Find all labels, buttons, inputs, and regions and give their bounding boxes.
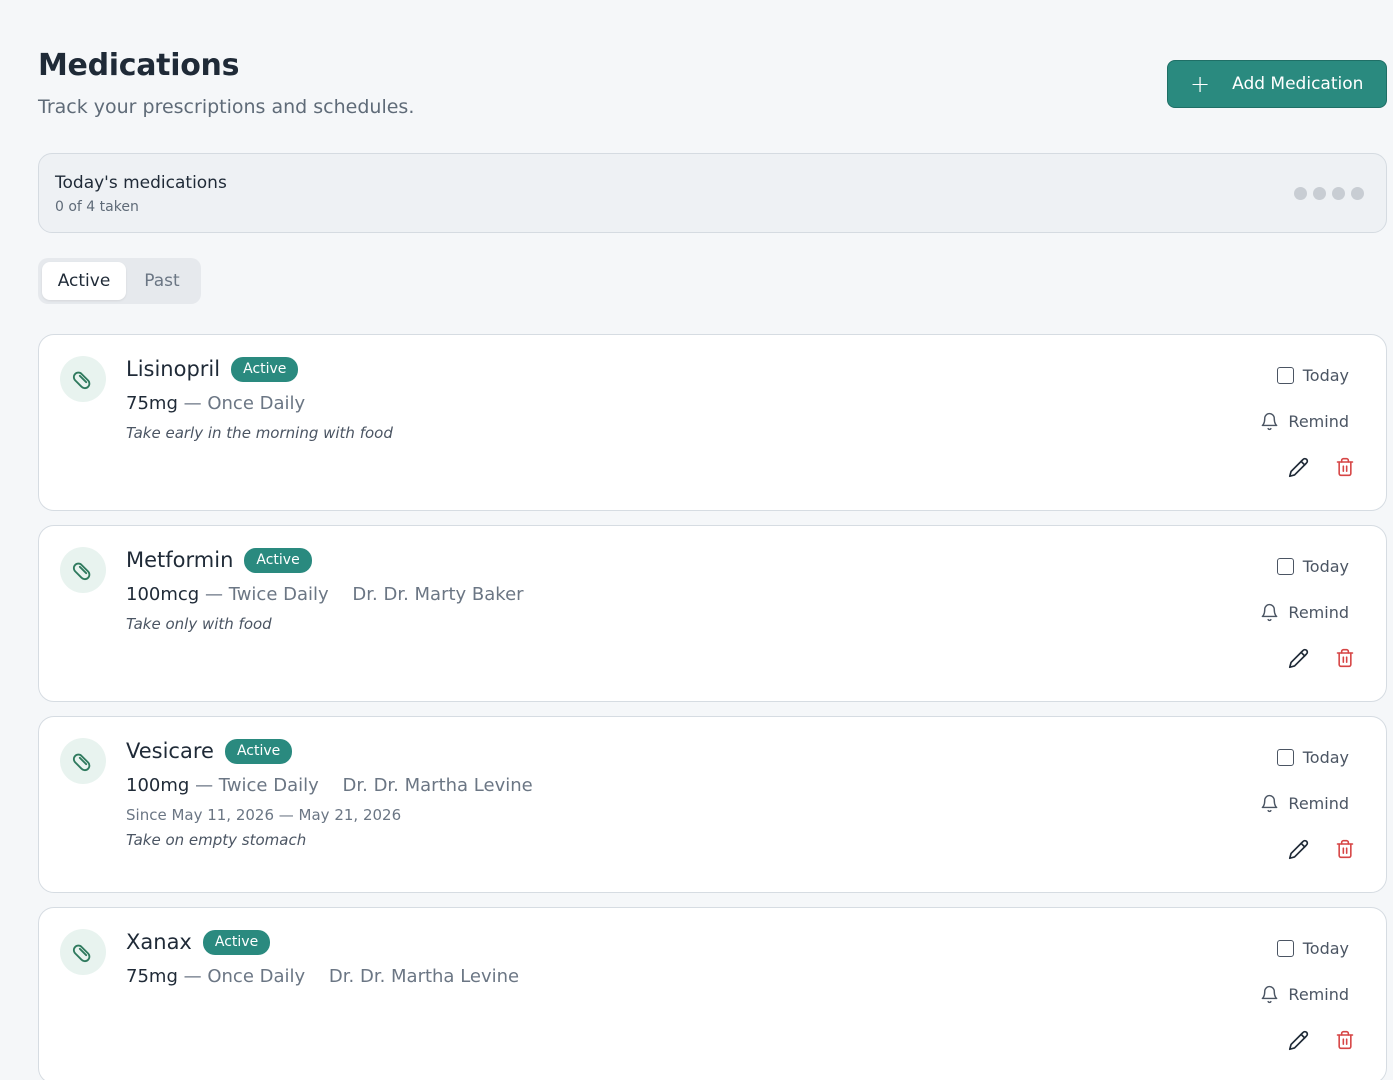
- page-title: Medications: [38, 48, 240, 83]
- medication-note: Take on empty stomach: [126, 831, 307, 849]
- prescribing-doctor: Dr. Dr. Martha Levine: [342, 775, 533, 796]
- medication-card: Xanax Active 75mg — Once Daily Dr. Dr. M…: [38, 907, 1387, 1080]
- remind-label: Remind: [1288, 794, 1349, 813]
- medication-frequency: Once Daily: [207, 393, 306, 414]
- remind-label: Remind: [1288, 985, 1349, 1004]
- status-badge: Active: [202, 930, 271, 955]
- todays-medications-summary: Today's medications 0 of 4 taken: [38, 153, 1387, 233]
- medication-name-row: Lisinopril Active: [126, 357, 299, 382]
- bell-icon: [1262, 794, 1278, 813]
- pill-icon: [60, 356, 106, 402]
- plus-icon: +: [1190, 70, 1211, 98]
- medication-name-row: Vesicare Active: [126, 739, 293, 764]
- dose-separator: —: [195, 775, 219, 796]
- medication-name-row: Metformin Active: [126, 548, 312, 573]
- today-checkbox[interactable]: Today: [1276, 557, 1349, 576]
- dose-row: 75mg — Once Daily Dr. Dr. Martha Levine: [126, 966, 519, 987]
- today-checkbox[interactable]: Today: [1276, 939, 1349, 958]
- remind-button[interactable]: Remind: [1260, 794, 1349, 813]
- pill-icon: [60, 738, 106, 784]
- remind-label: Remind: [1288, 412, 1349, 431]
- today-label: Today: [1302, 939, 1349, 958]
- pencil-icon[interactable]: [1288, 839, 1309, 864]
- card-actions: Today Remind: [1186, 908, 1386, 1080]
- medication-frequency: Once Daily: [207, 966, 306, 987]
- status-badge: Active: [244, 548, 312, 573]
- pencil-icon[interactable]: [1288, 648, 1309, 673]
- bell-icon: [1262, 603, 1278, 622]
- medication-frequency: Twice Daily: [218, 775, 319, 796]
- medication-note: Take only with food: [126, 615, 272, 633]
- medication-name: Lisinopril: [126, 357, 221, 382]
- page-subtitle: Track your prescriptions and schedules.: [38, 96, 415, 118]
- add-medication-label: Add Medication: [1232, 74, 1364, 94]
- remind-button[interactable]: Remind: [1260, 985, 1349, 1004]
- remind-button[interactable]: Remind: [1260, 603, 1349, 622]
- dose-separator: —: [183, 966, 208, 987]
- medication-name: Vesicare: [126, 739, 214, 764]
- medication-card: Lisinopril Active 75mg — Once Daily Take…: [38, 334, 1387, 511]
- progress-dot: [1294, 187, 1307, 200]
- medications-page: Medications Track your prescriptions and…: [38, 0, 1387, 1080]
- trash-icon[interactable]: [1335, 1030, 1355, 1054]
- today-label: Today: [1302, 557, 1349, 576]
- status-tabs: Active Past: [38, 258, 201, 304]
- today-label: Today: [1302, 748, 1349, 767]
- bell-icon: [1262, 412, 1278, 431]
- progress-dots: [1294, 187, 1364, 200]
- prescribing-doctor: Dr. Dr. Martha Levine: [328, 966, 520, 987]
- pencil-icon[interactable]: [1288, 1030, 1309, 1055]
- medication-card: Metformin Active 100mcg — Twice Daily Dr…: [38, 525, 1387, 702]
- medication-name: Metformin: [126, 548, 234, 573]
- pill-icon: [60, 929, 106, 975]
- progress-dot: [1351, 187, 1364, 200]
- today-checkbox[interactable]: Today: [1276, 748, 1349, 767]
- status-badge: Active: [231, 357, 299, 382]
- tab-active[interactable]: Active: [42, 262, 126, 300]
- add-medication-button[interactable]: + Add Medication: [1167, 60, 1387, 108]
- tab-past[interactable]: Past: [128, 262, 196, 300]
- medication-frequency: Twice Daily: [228, 584, 329, 605]
- medication-name-row: Xanax Active: [126, 930, 271, 955]
- dose-row: 100mg — Twice Daily Dr. Dr. Martha Levin…: [126, 775, 533, 796]
- medication-list: Lisinopril Active 75mg — Once Daily Take…: [38, 334, 1387, 1080]
- medication-dose: 100mcg: [126, 584, 200, 605]
- medication-date-range: Since May 11, 2026 — May 21, 2026: [126, 806, 402, 824]
- progress-dot: [1313, 187, 1326, 200]
- checkbox-icon: [1276, 558, 1294, 575]
- trash-icon[interactable]: [1335, 839, 1355, 863]
- dose-separator: —: [183, 393, 208, 414]
- prescribing-doctor: Dr. Dr. Marty Baker: [352, 584, 524, 605]
- bell-icon: [1262, 985, 1278, 1004]
- card-actions: Today Remind: [1186, 717, 1386, 892]
- card-actions: Today Remind: [1186, 335, 1386, 510]
- medication-name: Xanax: [126, 930, 192, 955]
- medication-dose: 100mg: [126, 775, 190, 796]
- trash-icon[interactable]: [1335, 457, 1355, 481]
- today-label: Today: [1302, 366, 1349, 385]
- dose-row: 100mcg — Twice Daily Dr. Dr. Marty Baker: [126, 584, 524, 605]
- checkbox-icon: [1276, 940, 1294, 957]
- checkbox-icon: [1276, 367, 1294, 384]
- status-badge: Active: [224, 739, 293, 764]
- summary-title: Today's medications: [55, 173, 227, 193]
- medication-dose: 75mg: [126, 393, 178, 414]
- summary-count: 0 of 4 taken: [55, 199, 139, 215]
- card-actions: Today Remind: [1186, 526, 1386, 701]
- today-checkbox[interactable]: Today: [1276, 366, 1349, 385]
- progress-dot: [1332, 187, 1345, 200]
- medication-dose: 75mg: [126, 966, 178, 987]
- checkbox-icon: [1276, 749, 1294, 766]
- remind-button[interactable]: Remind: [1260, 412, 1349, 431]
- dose-separator: —: [204, 584, 229, 605]
- dose-row: 75mg — Once Daily: [126, 393, 305, 414]
- page-header: Medications Track your prescriptions and…: [38, 0, 1387, 152]
- pencil-icon[interactable]: [1288, 457, 1309, 482]
- remind-label: Remind: [1288, 603, 1349, 622]
- medication-note: Take early in the morning with food: [126, 424, 393, 442]
- medication-card: Vesicare Active 100mg — Twice Daily Dr. …: [38, 716, 1387, 893]
- trash-icon[interactable]: [1335, 648, 1355, 672]
- pill-icon: [60, 547, 106, 593]
